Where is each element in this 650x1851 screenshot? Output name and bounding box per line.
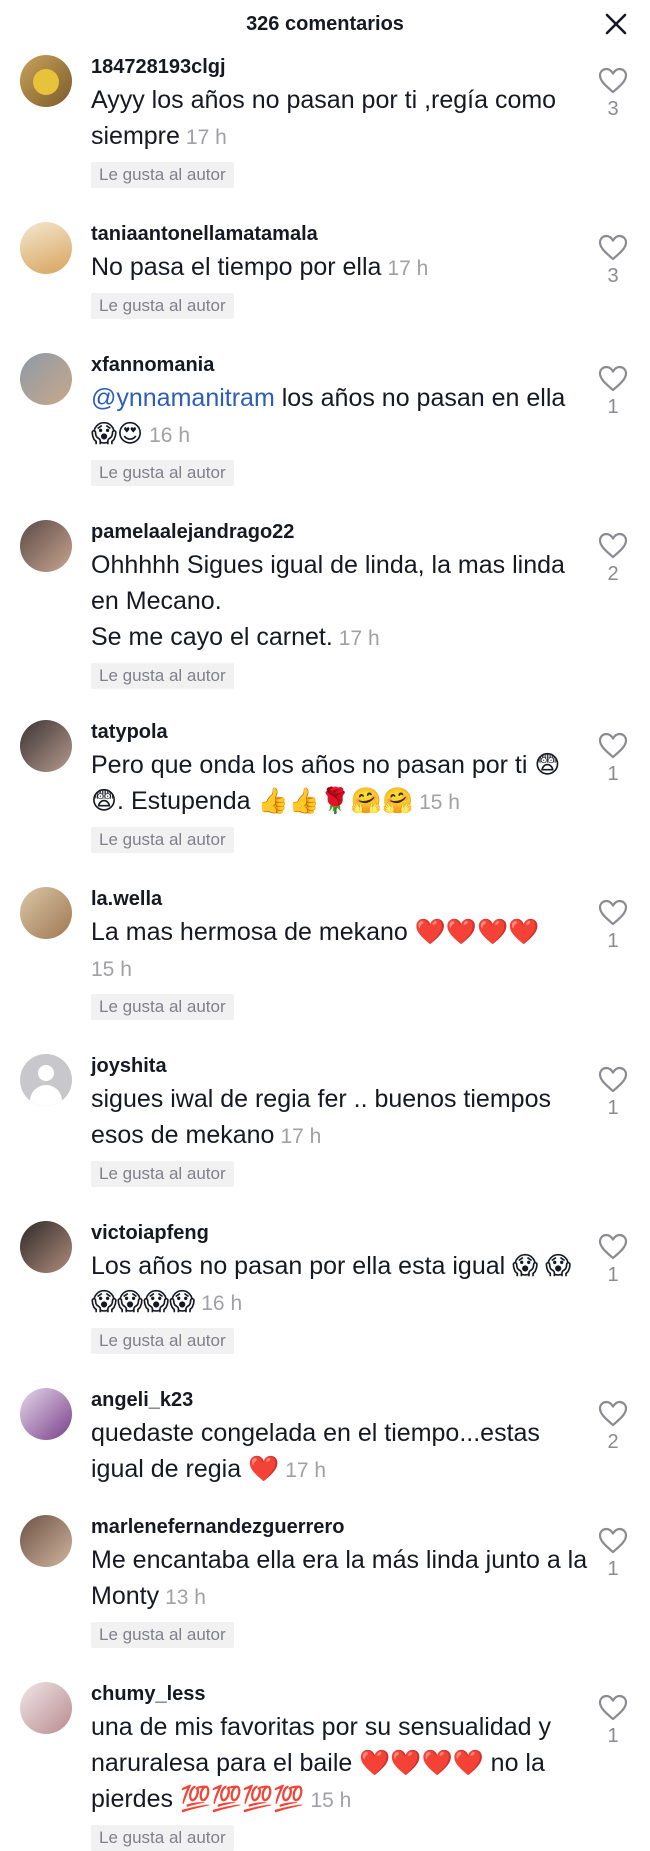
like-count: 2 (607, 563, 619, 585)
comment-text: Me encantaba ella era la más linda junto… (91, 1546, 588, 1610)
comment-username[interactable]: victoiapfeng (91, 1221, 589, 1245)
heart-outline-icon (598, 365, 628, 392)
like-button[interactable]: 1 (596, 1527, 630, 1580)
like-count: 2 (607, 1431, 619, 1453)
heart-outline-icon (598, 532, 628, 559)
avatar[interactable] (20, 353, 72, 405)
comment-time: 17 h (285, 1459, 327, 1482)
comment-time: 16 h (201, 1292, 243, 1315)
comment-text: Pero que onda los años no pasan por ti 😨… (91, 751, 561, 815)
like-count: 1 (607, 930, 619, 952)
like-count: 1 (607, 1725, 619, 1747)
like-button[interactable]: 1 (596, 899, 630, 952)
comment-username[interactable]: pamelaalejandrago22 (91, 520, 589, 544)
comments-header: 326 comentarios (0, 0, 650, 48)
comment-username[interactable]: taniaantonellamatamala (91, 222, 589, 246)
comment-text: Los años no pasan por ella esta igual 😱 … (91, 1252, 572, 1316)
comment-count-title: 326 comentarios (246, 13, 404, 35)
comment-text: @ynnamanitram los años no pasan en ella … (91, 384, 566, 448)
comment-username[interactable]: chumy_less (91, 1682, 589, 1706)
heart-outline-icon (598, 1066, 628, 1093)
like-button[interactable]: 1 (596, 732, 630, 785)
like-button[interactable]: 3 (596, 67, 630, 120)
like-button[interactable]: 2 (596, 1400, 630, 1453)
comment-time: 16 h (149, 424, 190, 447)
like-button[interactable]: 2 (596, 532, 630, 585)
liked-by-author-badge: Le gusta al autor (91, 1161, 234, 1187)
liked-by-author-badge: Le gusta al autor (91, 1825, 234, 1851)
like-count: 1 (607, 1097, 619, 1119)
avatar[interactable] (20, 55, 72, 107)
comment-text: La mas hermosa de mekano ❤️❤️❤️❤️ 15 h (91, 918, 540, 981)
heart-outline-icon (598, 1400, 628, 1427)
comment-text: una de mis favoritas por su sensualidad … (91, 1713, 551, 1813)
comment-time: 17 h (185, 126, 227, 149)
close-button[interactable] (602, 10, 630, 38)
liked-by-author-badge: Le gusta al autor (91, 1622, 234, 1648)
comment-time: 17 h (387, 257, 429, 280)
like-count: 1 (607, 396, 619, 418)
heart-outline-icon (598, 1694, 628, 1721)
like-count: 1 (607, 1264, 619, 1286)
heart-outline-icon (598, 1527, 628, 1554)
like-count: 1 (607, 763, 619, 785)
comment-text: quedaste congelada en el tiempo...estas … (91, 1419, 540, 1483)
heart-outline-icon (598, 732, 628, 759)
comment-username[interactable]: angeli_k23 (91, 1388, 589, 1412)
comment-username[interactable]: joyshita (91, 1054, 589, 1078)
like-count: 1 (607, 1558, 619, 1580)
avatar[interactable] (20, 520, 72, 572)
comment-username[interactable]: marlenefernandezguerrero (91, 1515, 589, 1539)
comment-text: No pasa el tiempo por ella 17 h (91, 253, 429, 281)
heart-outline-icon (598, 1233, 628, 1260)
liked-by-author-badge: Le gusta al autor (91, 994, 234, 1020)
like-count: 3 (607, 98, 619, 120)
default-avatar-icon[interactable] (20, 1054, 72, 1106)
liked-by-author-badge: Le gusta al autor (91, 162, 234, 188)
comment-time: 15 h (91, 958, 132, 981)
comment-username[interactable]: xfannomania (91, 353, 589, 377)
avatar[interactable] (20, 1515, 72, 1567)
comment-text: Ayyy los años no pasan por ti ,regía com… (91, 86, 557, 150)
comment-time: 15 h (310, 1789, 352, 1812)
like-button[interactable]: 1 (596, 1233, 630, 1286)
comment-time: 17 h (338, 627, 380, 650)
avatar[interactable] (20, 1682, 72, 1734)
like-button[interactable]: 1 (596, 1694, 630, 1747)
like-button[interactable]: 1 (596, 1066, 630, 1119)
heart-outline-icon (598, 67, 628, 94)
comment-username[interactable]: 184728193clgj (91, 55, 589, 79)
like-button[interactable]: 3 (596, 234, 630, 287)
close-icon (605, 13, 627, 35)
liked-by-author-badge: Le gusta al autor (91, 1328, 234, 1354)
comment-username[interactable]: tatypola (91, 720, 589, 744)
avatar[interactable] (20, 222, 72, 274)
liked-by-author-badge: Le gusta al autor (91, 460, 234, 486)
liked-by-author-badge: Le gusta al autor (91, 663, 234, 689)
comment-time: 13 h (165, 1586, 206, 1609)
comment-time: 15 h (419, 791, 460, 814)
mention-link[interactable]: @ynnamanitram (91, 384, 275, 412)
comment-text: Ohhhhh Sigues igual de linda, la mas lin… (91, 551, 565, 651)
avatar[interactable] (20, 720, 72, 772)
avatar[interactable] (20, 1388, 72, 1440)
like-button[interactable]: 1 (596, 365, 630, 418)
avatar[interactable] (20, 1221, 72, 1273)
heart-outline-icon (598, 899, 628, 926)
heart-outline-icon (598, 234, 628, 261)
avatar[interactable] (20, 887, 72, 939)
comment-time: 17 h (280, 1125, 322, 1148)
liked-by-author-badge: Le gusta al autor (91, 293, 234, 319)
like-count: 3 (607, 265, 619, 287)
liked-by-author-badge: Le gusta al autor (91, 827, 234, 853)
comment-username[interactable]: la.wella (91, 887, 589, 911)
comment-text: sigues iwal de regia fer .. buenos tiemp… (91, 1085, 551, 1149)
